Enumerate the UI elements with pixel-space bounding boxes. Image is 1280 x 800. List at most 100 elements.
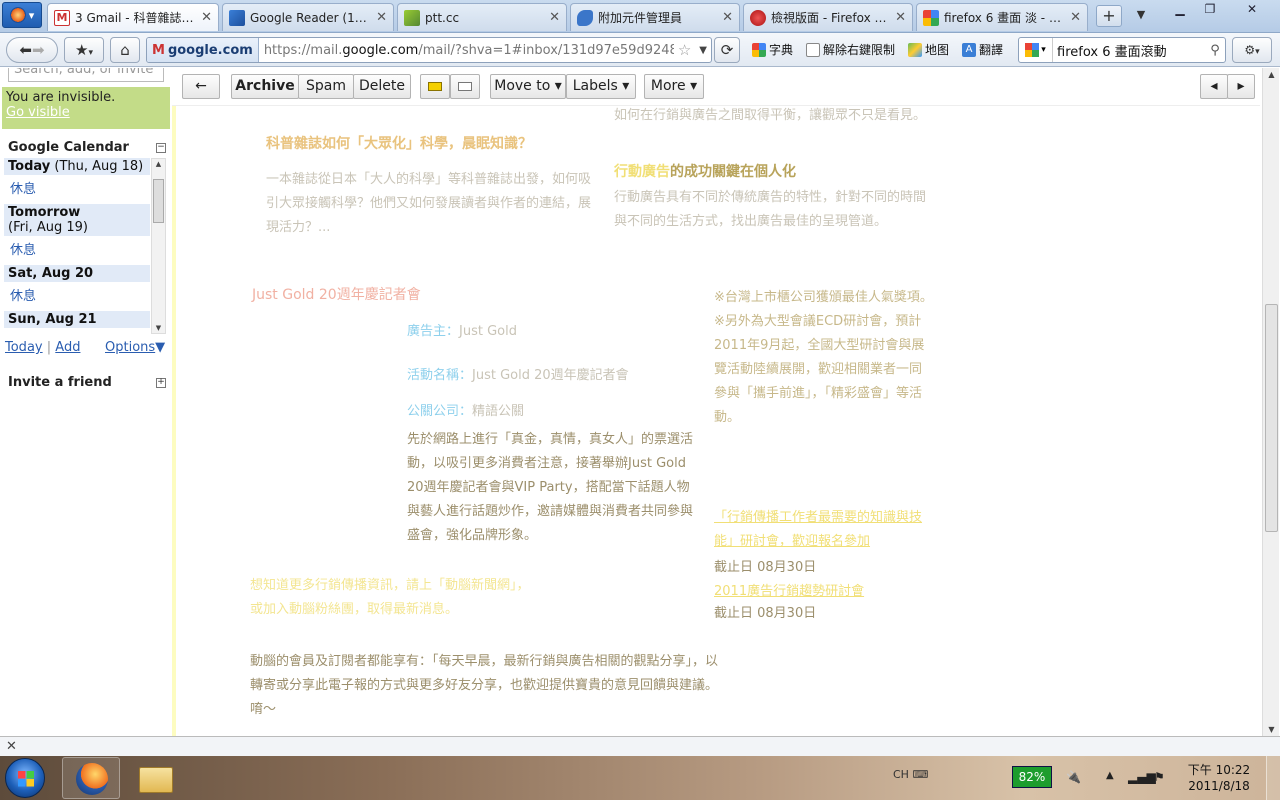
action-center-icon[interactable]: ⚑ xyxy=(1154,770,1165,784)
calendar-add-link[interactable]: Add xyxy=(55,340,80,355)
article-headline[interactable]: 行動廣告的成功關鍵在個人化 xyxy=(614,160,934,184)
delete-button[interactable]: Delete xyxy=(353,74,411,99)
mark-not-important-button[interactable] xyxy=(450,74,480,99)
scroll-thumb[interactable] xyxy=(1265,304,1278,532)
close-icon[interactable]: ✕ xyxy=(549,10,560,25)
event-title[interactable]: Just Gold 20週年慶記者會 xyxy=(252,283,512,307)
input-method-indicator[interactable]: CH ⌨ xyxy=(893,768,928,781)
agenda-day: Today (Thu, Aug 18) xyxy=(4,158,150,175)
bookmarks-menu-button[interactable]: ★▾ xyxy=(64,37,104,63)
field-value: 精語公關 xyxy=(472,404,525,419)
network-signal-icon[interactable]: ▂▄▆ xyxy=(1128,770,1156,784)
move-to-button[interactable]: Move to ▾ xyxy=(490,74,566,99)
bookmark-star-icon[interactable]: ☆ xyxy=(674,41,695,59)
report-spam-button[interactable]: Spam xyxy=(298,74,354,99)
calendar-today-link[interactable]: Today xyxy=(5,340,43,355)
seminar-link[interactable]: 2011廣告行銷趨勢研討會 xyxy=(714,580,924,604)
close-icon[interactable]: ✕ xyxy=(1070,10,1081,25)
back-to-inbox-button[interactable]: ← xyxy=(182,74,220,99)
close-icon[interactable]: ✕ xyxy=(201,10,212,25)
web-search-box[interactable]: ▾ firefox 6 畫面滾動 ⚲ xyxy=(1018,37,1226,63)
seminar-link[interactable]: 「行銷傳播工作者最需要的知識與技能」研討會，歡迎報名參加 xyxy=(714,506,924,554)
agenda-day: Sat, Aug 20 xyxy=(4,265,150,282)
scroll-up-icon[interactable]: ▲ xyxy=(1263,70,1280,79)
window-close-icon[interactable]: ✕ xyxy=(1234,0,1270,20)
agenda-event[interactable]: 休息 xyxy=(4,175,150,204)
search-icon[interactable]: ⚲ xyxy=(1205,43,1225,58)
scroll-down-icon[interactable]: ▼ xyxy=(1263,725,1280,734)
battery-indicator[interactable]: 82% xyxy=(1012,766,1052,788)
star-icon: ★ xyxy=(75,41,89,59)
firefox-menu-button[interactable]: ▾ xyxy=(2,2,42,28)
chat-search-input[interactable]: Search, add, or invite xyxy=(8,68,164,82)
start-button[interactable] xyxy=(5,758,45,798)
site-identity-button[interactable]: M google.com xyxy=(147,38,259,62)
forward-arrow-icon[interactable]: ➡ xyxy=(32,41,45,59)
tab-firefox-layout[interactable]: 檢視版面 - Firefox • ... ✕ xyxy=(743,3,913,31)
list-all-tabs-icon[interactable]: ▼ xyxy=(1132,8,1150,24)
back-arrow-icon[interactable]: ⬅ xyxy=(19,41,32,59)
clock-time: 下午 10:22 xyxy=(1187,763,1251,777)
addon-toolbar-button[interactable]: ⚙▾ xyxy=(1232,37,1272,63)
reload-button[interactable]: ⟳ xyxy=(714,37,740,63)
headline-prefix: 行動廣告 xyxy=(614,164,670,180)
taskbar-firefox[interactable] xyxy=(62,757,120,799)
newer-message-button[interactable]: ◂ xyxy=(1200,74,1228,99)
tab-title: Gmail - 科普雜誌如何... xyxy=(86,11,196,25)
tab-gmail[interactable]: M 3 Gmail - 科普雜誌如何... ✕ xyxy=(47,3,219,31)
agenda-event[interactable]: 休息 xyxy=(4,282,150,311)
expand-invite-icon[interactable]: + xyxy=(156,378,166,388)
field-value: Just Gold xyxy=(459,324,517,339)
calendar-options-link[interactable]: Options▼ xyxy=(105,340,165,355)
collapse-calendar-icon[interactable]: − xyxy=(156,143,166,153)
bookmark-unlock-rightclick[interactable]: 解除右鍵限制 xyxy=(806,41,895,58)
field-value: Just Gold 20週年慶記者會 xyxy=(472,368,629,383)
minimize-icon[interactable]: ▁ xyxy=(1166,0,1194,20)
power-plug-icon[interactable]: 🔌 xyxy=(1066,770,1081,784)
agenda-scrollbar[interactable]: ▲ ▼ xyxy=(151,158,166,334)
system-clock[interactable]: 下午 10:22 2011/8/18 xyxy=(1184,762,1254,794)
triangle-down-icon: ▼ xyxy=(155,340,166,355)
show-hidden-icons[interactable]: ▲ xyxy=(1106,770,1114,781)
tab-google-search[interactable]: firefox 6 畫面 淡 - Go... ✕ xyxy=(916,3,1088,31)
labels-button[interactable]: Labels ▾ xyxy=(566,74,636,99)
tab-google-reader[interactable]: Google Reader (1000... ✕ xyxy=(222,3,394,31)
tab-addons-manager[interactable]: 附加元件管理員 ✕ xyxy=(570,3,740,31)
scroll-down-icon[interactable]: ▼ xyxy=(152,324,165,332)
show-desktop-button[interactable] xyxy=(1266,756,1280,800)
tab-ptt[interactable]: ptt.cc ✕ xyxy=(397,3,567,31)
new-tab-button[interactable]: + xyxy=(1096,5,1122,27)
url-text[interactable]: https://mail.google.com/mail/?shva=1#inb… xyxy=(259,43,674,58)
home-button[interactable]: ⌂ xyxy=(110,37,140,63)
close-icon[interactable]: ✕ xyxy=(722,10,733,25)
map-icon xyxy=(908,42,922,57)
mark-important-button[interactable] xyxy=(420,74,450,99)
page-scrollbar[interactable]: ▲ ▼ xyxy=(1262,68,1279,736)
older-message-button[interactable]: ▸ xyxy=(1227,74,1255,99)
more-actions-button[interactable]: More ▾ xyxy=(644,74,704,99)
url-dropdown-icon[interactable]: ▼ xyxy=(695,45,711,56)
close-find-bar-icon[interactable]: ✕ xyxy=(6,739,17,754)
search-engine-selector[interactable]: ▾ xyxy=(1019,38,1053,62)
scroll-up-icon[interactable]: ▲ xyxy=(152,160,165,168)
article-headline[interactable]: 科普雜誌如何「大眾化」科學，晨眠知識？ xyxy=(266,132,606,156)
close-icon[interactable]: ✕ xyxy=(895,10,906,25)
google-icon xyxy=(923,9,939,26)
close-icon[interactable]: ✕ xyxy=(376,10,387,25)
url-bar[interactable]: M google.com https://mail.google.com/mai… xyxy=(146,37,712,63)
search-input[interactable]: firefox 6 畫面滾動 xyxy=(1053,41,1205,60)
taskbar-explorer[interactable] xyxy=(126,757,184,799)
newsletter-links[interactable]: 想知道更多行銷傳播資訊，請上「動腦新聞網」，或加入動腦粉絲團，取得最新消息。 xyxy=(250,574,540,622)
restore-icon[interactable]: ❐ xyxy=(1196,0,1224,20)
agenda-event[interactable]: 休息 xyxy=(4,236,150,265)
headline-suffix: 的成功關鍵在個人化 xyxy=(670,164,796,180)
archive-button[interactable]: Archive xyxy=(231,74,299,99)
back-forward-buttons[interactable]: ⬅➡ xyxy=(6,37,58,63)
bookmark-translate[interactable]: A 翻譯 xyxy=(962,41,1003,58)
seminar-deadline: 截止日 08月30日 xyxy=(714,560,817,575)
bookmark-dictionary[interactable]: 字典 xyxy=(752,41,793,58)
scroll-thumb[interactable] xyxy=(153,179,164,223)
go-visible-link[interactable]: Go visible xyxy=(6,105,166,120)
closing-end: 唷～ xyxy=(250,702,277,717)
bookmark-map[interactable]: 地图 xyxy=(908,41,949,58)
